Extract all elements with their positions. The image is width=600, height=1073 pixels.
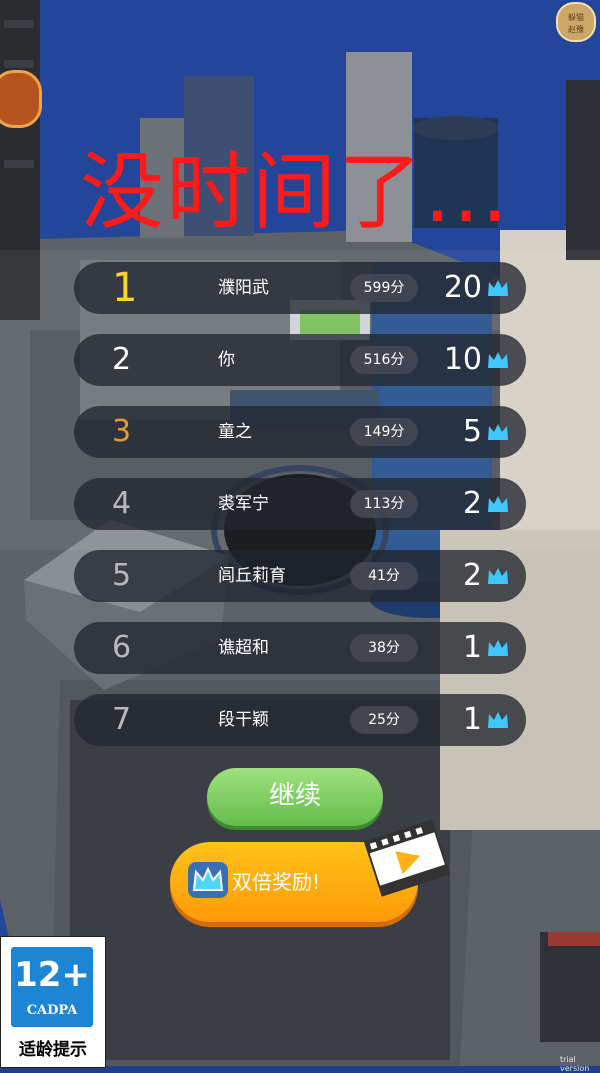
film-play-icon bbox=[363, 819, 451, 897]
player-name: 闾丘莉育 bbox=[218, 566, 286, 586]
age-rating-panel: 12+ CADPA bbox=[11, 947, 93, 1027]
crown-icon bbox=[188, 862, 228, 898]
crown-icon bbox=[488, 424, 508, 440]
rank-number: 2 bbox=[112, 342, 132, 377]
score-pill: 38分 bbox=[350, 634, 418, 662]
leaderboard-row: 1 濮阳武 599分 20 bbox=[74, 262, 526, 314]
score-pill: 149分 bbox=[350, 418, 418, 446]
player-name: 裘军宁 bbox=[218, 494, 269, 514]
rank-number: 1 bbox=[112, 265, 138, 311]
leaderboard-row: 3 童之 149分 5 bbox=[74, 406, 526, 458]
rank-number: 6 bbox=[112, 630, 132, 665]
leaderboard-row: 6 谯超和 38分 1 bbox=[74, 622, 526, 674]
trial-watermark: trial version bbox=[560, 1055, 590, 1073]
crown-count: 1 bbox=[462, 630, 482, 665]
crown-icon bbox=[488, 568, 508, 584]
crown-count: 2 bbox=[462, 486, 482, 521]
crown-icon bbox=[488, 352, 508, 368]
age-rating-org: CADPA bbox=[26, 1003, 78, 1018]
continue-button[interactable]: 继续 bbox=[207, 768, 383, 826]
score-pill: 113分 bbox=[350, 490, 418, 518]
player-name: 濮阳武 bbox=[218, 278, 269, 298]
score-pill: 25分 bbox=[350, 706, 418, 734]
crown-count: 2 bbox=[462, 558, 482, 593]
leaderboard: 1 濮阳武 599分 20 2 你 516分 10 3 童之 149分 5 4 裘军宁 113分 2 5 闾丘莉育… bbox=[0, 0, 600, 760]
score-pill: 516分 bbox=[350, 346, 418, 374]
leaderboard-row: 4 裘军宁 113分 2 bbox=[74, 478, 526, 530]
crown-count: 20 bbox=[443, 270, 482, 305]
leaderboard-row: 2 你 516分 10 bbox=[74, 334, 526, 386]
leaderboard-row: 7 段干颖 25分 1 bbox=[74, 694, 526, 746]
age-rating-number: 12+ bbox=[14, 955, 90, 995]
crown-count: 10 bbox=[443, 342, 482, 377]
leaderboard-row: 5 闾丘莉育 41分 2 bbox=[74, 550, 526, 602]
player-name: 谯超和 bbox=[218, 638, 269, 658]
rank-number: 4 bbox=[112, 486, 132, 521]
player-name: 段干颖 bbox=[218, 710, 269, 730]
double-reward-label: 双倍奖励! bbox=[232, 870, 321, 894]
crown-count: 5 bbox=[462, 414, 482, 449]
rank-number: 3 bbox=[112, 414, 132, 449]
score-pill: 599分 bbox=[350, 274, 418, 302]
crown-count: 1 bbox=[462, 702, 482, 737]
rank-number: 7 bbox=[112, 702, 132, 737]
crown-icon bbox=[488, 640, 508, 656]
crown-icon bbox=[488, 280, 508, 296]
age-rating-badge: 12+ CADPA 适龄提示 bbox=[0, 936, 106, 1068]
age-rating-tip: 适龄提示 bbox=[19, 1040, 87, 1060]
score-pill: 41分 bbox=[350, 562, 418, 590]
player-name: 童之 bbox=[218, 422, 252, 442]
crown-icon bbox=[488, 712, 508, 728]
rank-number: 5 bbox=[112, 558, 132, 593]
player-name: 你 bbox=[218, 350, 235, 370]
crown-icon bbox=[488, 496, 508, 512]
